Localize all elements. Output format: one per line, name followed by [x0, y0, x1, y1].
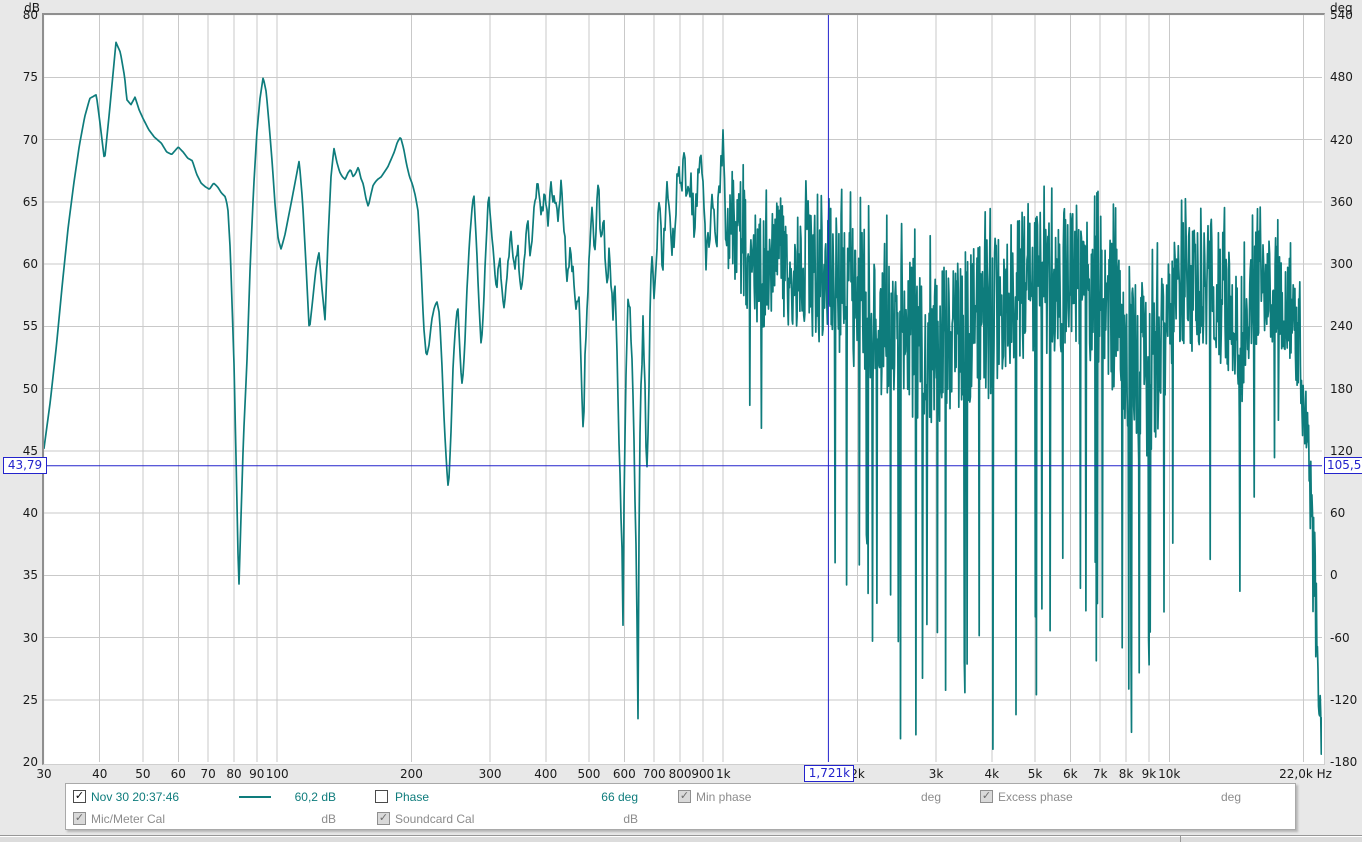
x-axis-label: 4k — [984, 767, 1000, 781]
y-axis-label-deg: 180 — [1330, 381, 1353, 396]
x-axis-label: 30 — [36, 767, 52, 781]
status-strip-divider — [1180, 835, 1181, 842]
phase-checkbox[interactable] — [375, 790, 388, 803]
soundcard-cal-unit: dB — [623, 812, 638, 826]
y-axis-label-db: 80 — [22, 8, 38, 22]
x-axis-label: 8k — [1118, 767, 1134, 781]
x-axis-label: 6k — [1063, 767, 1078, 781]
min-phase-checkbox[interactable]: ✓ — [678, 790, 691, 803]
y-axis-label-db: 60 — [22, 257, 38, 271]
measurement-label[interactable]: Nov 30 20:37:46 — [91, 790, 179, 804]
x-axis-label: 70 — [200, 767, 216, 781]
y-axis-label-deg: 480 — [1330, 70, 1353, 85]
y-axis-label-deg: 60 — [1330, 506, 1346, 520]
y-axis-label-db: 30 — [22, 630, 38, 645]
mic-meter-cal-checkbox[interactable]: ✓ — [73, 812, 86, 825]
y-axis-label-deg: 360 — [1330, 194, 1353, 209]
x-axis-label: 22,0k Hz — [1279, 767, 1332, 781]
y-axis-label-deg: 420 — [1330, 132, 1353, 147]
y-axis-label-deg: 0 — [1330, 568, 1338, 583]
x-axis-label: 200 — [400, 767, 423, 781]
soundcard-cal-label: Soundcard Cal — [395, 812, 475, 826]
cursor-deg-readout: 105,5 — [1324, 456, 1362, 474]
y-axis-label-db: 50 — [22, 381, 38, 396]
x-axis-label: 9k — [1141, 767, 1157, 781]
rew-spl-window: dB deg 80 75 70 65 60 55 50 45 40 35 30 25 20 540 480… — [0, 0, 1362, 842]
y-axis-label-deg: 300 — [1330, 257, 1353, 271]
excess-phase-unit: deg — [1220, 790, 1241, 804]
x-axis-label: 5k — [1027, 767, 1043, 781]
x-axis-label: 800 — [668, 767, 692, 781]
cursor-db-readout: 43,79 — [3, 456, 47, 474]
y-axis-label-db: 25 — [22, 692, 38, 707]
x-axis-label: 3k — [928, 767, 944, 781]
x-axis-label: 50 — [135, 767, 151, 781]
y-axis-label-db: 55 — [22, 319, 38, 334]
y-axis-label-deg: 540 — [1330, 8, 1353, 22]
min-phase-label: Min phase — [696, 790, 752, 804]
x-axis-label: 500 — [577, 767, 601, 781]
y-axis-label-db: 40 — [22, 506, 38, 520]
y-axis-label-deg: 120 — [1330, 443, 1353, 458]
plot-area[interactable] — [42, 13, 1325, 765]
y-axis-label-deg: -180 — [1330, 755, 1358, 769]
x-axis-label: 7k — [1092, 767, 1108, 781]
spl-trace — [44, 41, 1322, 755]
x-axis-label: 10k — [1158, 767, 1181, 781]
status-strip — [0, 835, 1362, 842]
cursor-level-value: 60,2 dB — [294, 790, 336, 804]
excess-phase-label: Excess phase — [998, 790, 1073, 804]
y-axis-label-db: 45 — [22, 443, 38, 458]
min-phase-unit: deg — [920, 790, 941, 804]
y-axis-label-db: 70 — [22, 132, 38, 147]
mic-meter-cal-label: Mic/Meter Cal — [91, 812, 166, 826]
mic-meter-cal-unit: dB — [321, 812, 336, 826]
legend-panel: ✓ Nov 30 20:37:46 60,2 dB Phase 66 deg ✓… — [65, 783, 1296, 830]
x-axis-label: 400 — [534, 767, 558, 781]
spl-chart-svg — [44, 15, 1322, 762]
soundcard-cal-checkbox[interactable]: ✓ — [377, 812, 390, 825]
x-axis-label: 300 — [478, 767, 502, 781]
trace-color-sample — [239, 796, 271, 798]
y-axis-label-db: 65 — [22, 194, 38, 209]
y-axis-label-deg: -120 — [1330, 692, 1358, 707]
x-axis-label: 80 — [226, 767, 242, 781]
x-axis-label: 900 — [691, 767, 715, 781]
y-axis-label-deg: -60 — [1330, 630, 1350, 645]
x-axis-label: 90 — [249, 767, 265, 781]
y-axis-label-deg: 240 — [1330, 319, 1353, 334]
y-axis-label-db: 75 — [22, 70, 38, 85]
x-axis-label: 600 — [612, 767, 636, 781]
x-axis-label: 1k — [715, 767, 731, 781]
x-axis-label: 700 — [642, 767, 666, 781]
phase-label[interactable]: Phase — [395, 790, 429, 804]
x-axis-label: 40 — [92, 767, 108, 781]
y-axis-label-db: 20 — [22, 755, 38, 769]
cursor-phase-value: 66 deg — [601, 790, 638, 804]
y-axis-label-db: 35 — [22, 568, 38, 583]
x-axis-label: 60 — [170, 767, 186, 781]
x-axis-label: 100 — [265, 767, 289, 781]
measurement-checkbox[interactable]: ✓ — [73, 790, 86, 803]
excess-phase-checkbox[interactable]: ✓ — [980, 790, 993, 803]
cursor-frequency-readout: 1,721k — [804, 765, 855, 782]
